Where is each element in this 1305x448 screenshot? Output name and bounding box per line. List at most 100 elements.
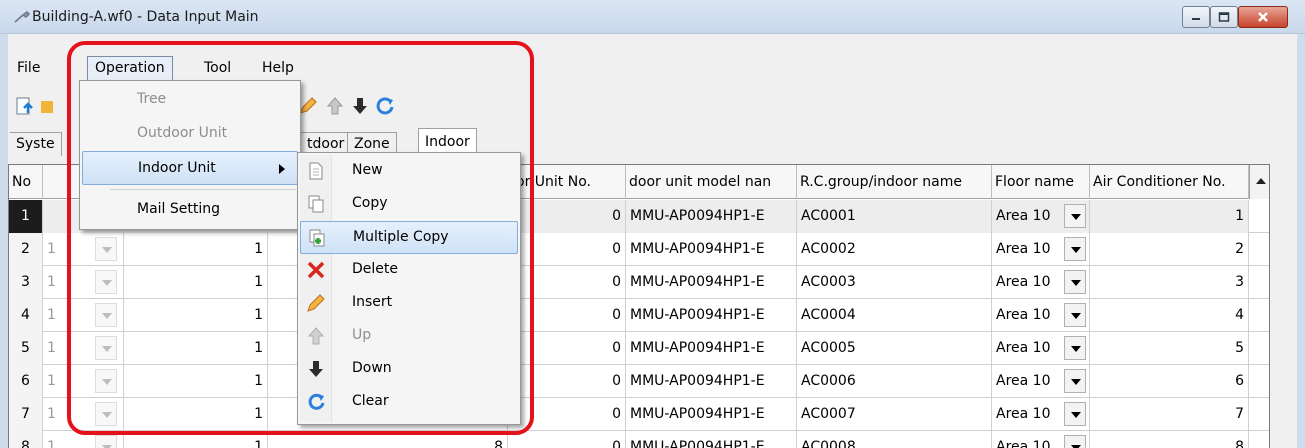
cell-model[interactable]: MMU-AP0094HP1-E	[626, 332, 797, 365]
cell-unit-no[interactable]: 0	[508, 200, 626, 233]
cell-col1[interactable]: 1	[43, 233, 124, 266]
cell-floor[interactable]: Area 10	[992, 200, 1090, 233]
menu-tool[interactable]: Tool	[197, 56, 238, 82]
floor-dropdown-button[interactable]	[1064, 237, 1086, 261]
cell-rc-name[interactable]: AC0001	[797, 200, 992, 233]
submenu-item-down[interactable]: Down	[300, 353, 518, 386]
cell-col2[interactable]: 1	[124, 332, 268, 365]
col1-dropdown-button[interactable]	[95, 303, 117, 327]
cell-ac-no[interactable]: 6	[1090, 365, 1249, 398]
submenu-item-insert[interactable]: Insert	[300, 287, 518, 320]
cell-col1[interactable]: 1	[43, 365, 124, 398]
upload-icon[interactable]	[14, 95, 36, 117]
cell-ac-no[interactable]: 8	[1090, 431, 1249, 448]
col1-dropdown-button[interactable]	[95, 270, 117, 294]
cell-col2[interactable]: 1	[124, 299, 268, 332]
cell-rc-name[interactable]: AC0005	[797, 332, 992, 365]
cell-model[interactable]: MMU-AP0094HP1-E	[626, 266, 797, 299]
cell-unit-no[interactable]: 0	[508, 398, 626, 431]
col1-dropdown-button[interactable]	[95, 336, 117, 360]
close-button[interactable]	[1238, 6, 1288, 28]
submenu-item-new[interactable]: New	[300, 155, 518, 188]
submenu-item-delete[interactable]: Delete	[300, 254, 518, 287]
cell-unit-no[interactable]: 0	[508, 332, 626, 365]
submenu-item-up[interactable]: Up	[300, 320, 518, 353]
up-arrow-icon[interactable]	[324, 95, 346, 117]
menu-item-mail-setting[interactable]: Mail Setting	[82, 193, 298, 227]
menu-operation[interactable]: Operation	[87, 56, 173, 82]
cell-col1[interactable]: 1	[43, 299, 124, 332]
cell-floor[interactable]: Area 10	[992, 233, 1090, 266]
floor-dropdown-button[interactable]	[1064, 204, 1086, 228]
maximize-button[interactable]	[1210, 6, 1238, 28]
table-row[interactable]: 6 1 1 0 MMU-AP0094HP1-E AC0006 Area 10 6	[9, 365, 1269, 398]
folder-icon[interactable]	[39, 95, 61, 117]
menu-file[interactable]: File	[10, 56, 47, 82]
cell-model[interactable]: MMU-AP0094HP1-E	[626, 431, 797, 448]
cell-ac-no[interactable]: 3	[1090, 266, 1249, 299]
floor-dropdown-button[interactable]	[1064, 303, 1086, 327]
submenu-item-multiple-copy[interactable]: Multiple Copy	[300, 221, 518, 254]
cell-floor[interactable]: Area 10	[992, 398, 1090, 431]
header-unit-no[interactable]: or Unit No.	[508, 165, 626, 199]
row-number[interactable]: 6	[9, 365, 43, 398]
cell-unit-no[interactable]: 0	[508, 299, 626, 332]
menu-item-tree[interactable]: Tree	[82, 83, 298, 117]
col1-dropdown-button[interactable]	[95, 369, 117, 393]
minimize-button[interactable]	[1182, 6, 1210, 28]
submenu-item-clear[interactable]: Clear	[300, 386, 518, 419]
cell-col1[interactable]: 1	[43, 431, 124, 448]
cell-col2[interactable]: 1	[124, 398, 268, 431]
floor-dropdown-button[interactable]	[1064, 402, 1086, 426]
cell-rc-name[interactable]: AC0007	[797, 398, 992, 431]
cell-col3[interactable]: 8	[268, 431, 508, 448]
row-number[interactable]: 7	[9, 398, 43, 431]
header-ac-no[interactable]: Air Conditioner No.	[1090, 165, 1249, 199]
floor-dropdown-button[interactable]	[1064, 435, 1086, 448]
cell-col1[interactable]: 1	[43, 398, 124, 431]
tab-system[interactable]: Syste	[10, 132, 62, 156]
cell-model[interactable]: MMU-AP0094HP1-E	[626, 200, 797, 233]
cell-floor[interactable]: Area 10	[992, 266, 1090, 299]
cell-floor[interactable]: Area 10	[992, 431, 1090, 448]
cell-model[interactable]: MMU-AP0094HP1-E	[626, 398, 797, 431]
row-number[interactable]: 4	[9, 299, 43, 332]
menu-help[interactable]: Help	[255, 56, 301, 82]
table-row[interactable]: 8 1 1 8 0 MMU-AP0094HP1-E AC0008 Area 10…	[9, 431, 1269, 448]
cell-ac-no[interactable]: 1	[1090, 200, 1249, 233]
cell-col2[interactable]: 1	[124, 431, 268, 448]
cell-col2[interactable]: 1	[124, 233, 268, 266]
cell-unit-no[interactable]: 0	[508, 266, 626, 299]
table-row[interactable]: 5 1 1 0 MMU-AP0094HP1-E AC0005 Area 10 5	[9, 332, 1269, 365]
menu-item-indoor-unit[interactable]: Indoor Unit	[82, 151, 298, 185]
header-no[interactable]: No	[9, 165, 43, 199]
cell-col2[interactable]: 1	[124, 266, 268, 299]
table-row[interactable]: 3 1 1 0 MMU-AP0094HP1-E AC0003 Area 10 3	[9, 266, 1269, 299]
floor-dropdown-button[interactable]	[1064, 369, 1086, 393]
cell-rc-name[interactable]: AC0006	[797, 365, 992, 398]
cell-model[interactable]: MMU-AP0094HP1-E	[626, 233, 797, 266]
cell-unit-no[interactable]: 0	[508, 233, 626, 266]
menu-item-outdoor-unit[interactable]: Outdoor Unit	[82, 117, 298, 151]
table-row[interactable]: 7 1 1 0 MMU-AP0094HP1-E AC0007 Area 10 7	[9, 398, 1269, 431]
cell-col1[interactable]: 1	[43, 332, 124, 365]
header-rc-group[interactable]: R.C.group/indoor name	[797, 165, 992, 199]
cell-model[interactable]: MMU-AP0094HP1-E	[626, 365, 797, 398]
submenu-item-copy[interactable]: Copy	[300, 188, 518, 221]
cell-col1[interactable]: 1	[43, 266, 124, 299]
cell-floor[interactable]: Area 10	[992, 332, 1090, 365]
cell-ac-no[interactable]: 5	[1090, 332, 1249, 365]
floor-dropdown-button[interactable]	[1064, 270, 1086, 294]
header-floor-name[interactable]: Floor name	[992, 165, 1090, 199]
cell-col2[interactable]: 1	[124, 365, 268, 398]
row-number[interactable]: 2	[9, 233, 43, 266]
cell-ac-no[interactable]: 7	[1090, 398, 1249, 431]
row-number[interactable]: 5	[9, 332, 43, 365]
cell-rc-name[interactable]: AC0008	[797, 431, 992, 448]
cell-unit-no[interactable]: 0	[508, 365, 626, 398]
cell-floor[interactable]: Area 10	[992, 365, 1090, 398]
cell-ac-no[interactable]: 4	[1090, 299, 1249, 332]
refresh-icon[interactable]	[374, 95, 396, 117]
row-number[interactable]: 1	[9, 200, 43, 233]
down-arrow-icon[interactable]	[349, 95, 371, 117]
